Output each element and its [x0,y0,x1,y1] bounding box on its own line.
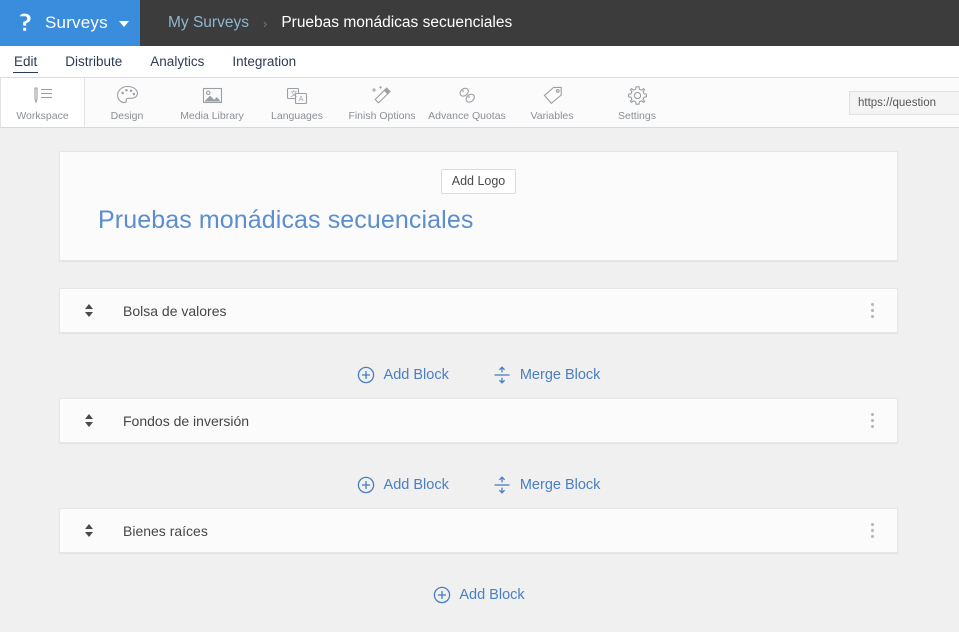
breadcrumb: My Surveys › Pruebas monádicas secuencia… [140,0,959,46]
survey-url-field[interactable]: https://question [849,91,959,115]
toolbar-item-finish-options[interactable]: Finish Options [340,78,425,127]
block-label: Bolsa de valores [123,302,227,319]
survey-header-card: Add Logo Pruebas monádicas secuenciales [59,151,898,261]
add-block-button[interactable]: Add Block [432,586,525,605]
brand-label: Surveys [45,13,108,32]
toolbar-item-design[interactable]: Design [85,78,170,127]
more-vertical-icon[interactable] [863,303,881,318]
pencil-list-icon [31,84,55,108]
svg-text:A: A [299,96,304,103]
add-block-label: Add Block [459,587,525,603]
survey-block-row[interactable]: Fondos de inversión [59,398,898,443]
tab-integration[interactable]: Integration [231,51,297,72]
toolbar-label-workspace: Workspace [16,109,69,122]
survey-block-row[interactable]: Bolsa de valores [59,288,898,333]
merge-block-label: Merge Block [519,477,601,493]
breadcrumb-current: Pruebas monádicas secuenciales [281,14,513,31]
circle-plus-icon [432,586,451,605]
translate-icon: 文 A [285,84,309,108]
block-actions-row-final: Add Block [59,572,898,618]
toolbar-item-advance-quotas[interactable]: Advance Quotas [425,78,510,127]
main-nav-tabs: Edit Distribute Analytics Integration [0,46,959,78]
survey-title[interactable]: Pruebas monádicas secuenciales [98,206,473,235]
tab-analytics[interactable]: Analytics [149,51,205,72]
toolbar-label-media-library: Media Library [180,109,244,122]
breadcrumb-separator-icon: › [262,15,268,31]
magic-wand-icon [371,84,394,108]
sort-updown-icon[interactable] [82,304,96,317]
survey-workspace: Add Logo Pruebas monádicas secuenciales … [0,128,959,632]
block-label: Fondos de inversión [123,412,250,429]
p-question-logo-icon [16,12,36,34]
sort-updown-icon[interactable] [82,524,96,537]
tab-distribute[interactable]: Distribute [64,51,123,72]
tab-edit[interactable]: Edit [13,51,39,73]
chevron-down-icon [118,21,129,27]
toolbar-item-workspace[interactable]: Workspace [0,78,85,127]
toolbar-label-settings: Settings [618,109,656,122]
image-icon [201,84,224,108]
more-vertical-icon[interactable] [863,413,881,428]
toolbar-item-variables[interactable]: Variables [510,78,595,127]
merge-block-button[interactable]: Merge Block [493,476,601,495]
tag-icon [541,84,564,108]
toolbar-label-finish-options: Finish Options [348,109,416,122]
breadcrumb-parent-link[interactable]: My Surveys [168,14,249,32]
add-block-button[interactable]: Add Block [357,366,449,385]
block-label: Bienes raíces [123,522,208,539]
more-vertical-icon[interactable] [863,523,881,538]
svg-text:文: 文 [290,89,297,98]
toolbar-label-design: Design [110,109,144,122]
toolbar-item-languages[interactable]: 文 A Languages [255,78,340,127]
add-block-label: Add Block [383,367,449,383]
toolbar-label-advance-quotas: Advance Quotas [428,109,506,122]
circle-plus-icon [357,366,376,385]
merge-arrows-icon [493,476,512,495]
block-actions-row: Add Block Merge Block [59,462,898,508]
toolbar-label-variables: Variables [530,109,574,122]
merge-block-label: Merge Block [519,367,601,383]
survey-block-row[interactable]: Bienes raíces [59,508,898,553]
circle-plus-icon [357,476,376,495]
top-bar: Surveys My Surveys › Pruebas monádicas s… [0,0,959,46]
gear-icon [626,84,649,108]
add-logo-button[interactable]: Add Logo [440,169,517,194]
toolbar-item-settings[interactable]: Settings [595,78,680,127]
merge-arrows-icon [493,366,512,385]
add-block-label: Add Block [383,477,449,493]
merge-block-button[interactable]: Merge Block [493,366,601,385]
toolbar-label-languages: Languages [271,109,323,122]
brand-surveys-dropdown[interactable]: Surveys [0,0,140,46]
editor-toolbar: Workspace Design Media Library 文 A Langu… [0,78,959,128]
sort-updown-icon[interactable] [82,414,96,427]
toolbar-item-media-library[interactable]: Media Library [170,78,255,127]
block-actions-row: Add Block Merge Block [59,352,898,398]
add-block-button[interactable]: Add Block [357,476,449,495]
palette-icon [116,84,139,108]
chain-link-icon [456,84,479,108]
